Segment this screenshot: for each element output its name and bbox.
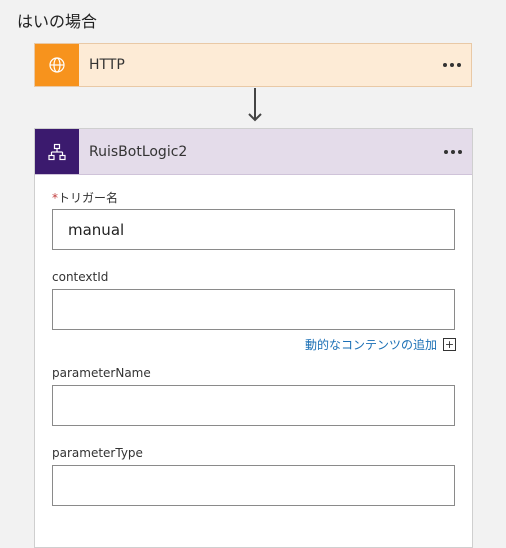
- http-card-title: HTTP: [89, 57, 125, 73]
- parametertype-input[interactable]: [52, 465, 455, 506]
- plus-box-icon: +: [443, 338, 456, 351]
- logic-card-title: RuisBotLogic2: [89, 143, 188, 160]
- branch-title: はいの場合: [17, 12, 98, 31]
- globe-icon: [35, 44, 79, 86]
- hierarchy-icon: [35, 129, 79, 174]
- contextid-input[interactable]: [52, 289, 455, 330]
- http-action-card[interactable]: HTTP: [34, 43, 472, 87]
- trigger-name-input[interactable]: manual: [52, 209, 455, 250]
- logic-action-card: RuisBotLogic2 *トリガー名 manual contextId 動的…: [34, 128, 473, 548]
- parametername-label: parameterName: [52, 366, 151, 380]
- more-options-icon[interactable]: [444, 129, 462, 174]
- trigger-name-label: *トリガー名: [52, 191, 119, 205]
- add-dynamic-content-link[interactable]: 動的なコンテンツの追加 +: [305, 336, 456, 353]
- logic-card-header[interactable]: RuisBotLogic2: [35, 129, 472, 175]
- contextid-label: contextId: [52, 270, 109, 284]
- parametername-input[interactable]: [52, 385, 455, 426]
- more-options-icon[interactable]: [443, 44, 461, 86]
- parametertype-label: parameterType: [52, 446, 143, 460]
- connector-arrow-icon: [248, 88, 262, 122]
- add-dynamic-content-label: 動的なコンテンツの追加: [304, 338, 437, 352]
